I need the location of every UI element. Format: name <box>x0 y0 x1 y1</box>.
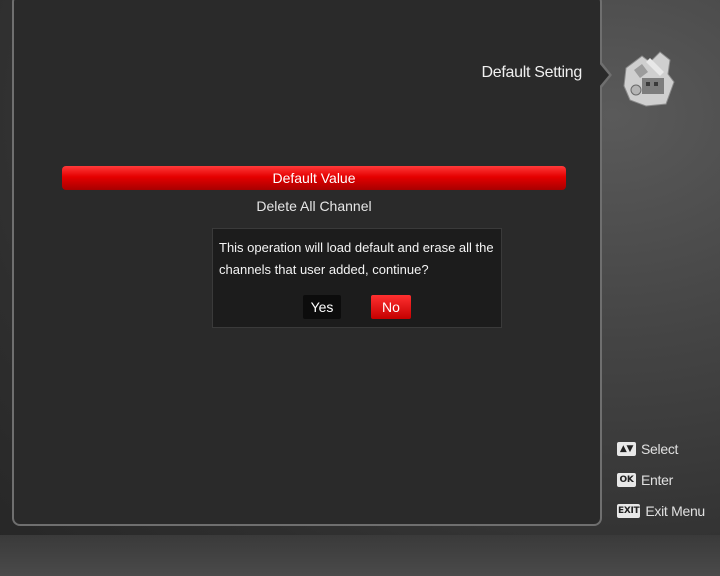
ok-key-icon: OK <box>617 473 636 487</box>
yes-button[interactable]: Yes <box>303 295 341 319</box>
no-button[interactable]: No <box>371 295 411 319</box>
legend-enter: OK Enter <box>617 470 673 490</box>
legend-select-label: Select <box>641 441 679 457</box>
legend-select: ▲▼ Select <box>617 439 678 459</box>
legend-enter-label: Enter <box>641 472 673 488</box>
dialog-message: This operation will load default and era… <box>219 240 494 277</box>
confirm-dialog: This operation will load default and era… <box>212 228 502 328</box>
bottom-band <box>0 535 720 576</box>
page-title: Default Setting <box>481 64 583 81</box>
menu-item-delete-all-channel[interactable]: Delete All Channel <box>62 194 566 218</box>
legend-exit-menu-label: Exit Menu <box>645 503 705 519</box>
menu-item-default-value[interactable]: Default Value <box>62 166 566 190</box>
updown-key-icon: ▲▼ <box>617 442 636 456</box>
legend-exit-menu: EXIT Exit Menu <box>617 501 705 521</box>
settings-tools-icon <box>620 48 676 110</box>
exit-key-icon: EXIT <box>617 504 641 518</box>
